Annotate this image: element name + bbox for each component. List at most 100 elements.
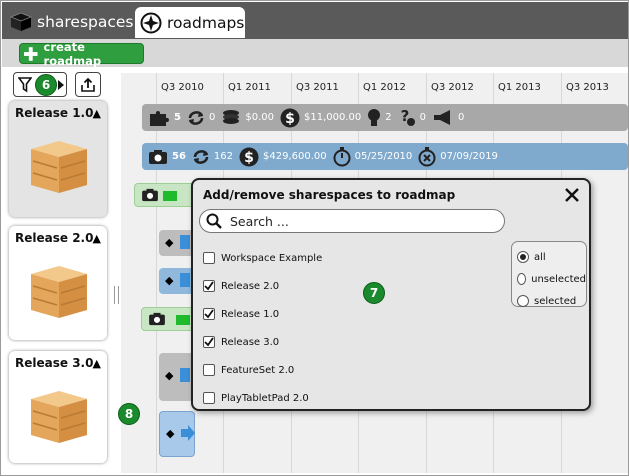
announcements-count: 0 <box>458 112 465 123</box>
lightbulb-icon <box>368 108 381 126</box>
ideas-stat: 2 <box>367 108 392 128</box>
caret-up-icon[interactable]: ▲ <box>93 357 101 370</box>
end-date-stat: 07/09/2019 <box>418 146 498 167</box>
items-stat: 56 <box>148 149 186 165</box>
radio-label: all <box>534 251 546 263</box>
budget-value: $429,600.00 <box>263 151 327 162</box>
dollar-icon: $ <box>239 147 259 166</box>
check-icon <box>204 309 214 319</box>
camera-icon <box>149 312 165 326</box>
list-item-label: Release 3.0 <box>221 336 280 348</box>
tab-sharespaces-label: sharespaces <box>37 13 134 31</box>
tab-sharespaces[interactable]: sharespaces <box>10 10 134 34</box>
radio-selected[interactable]: selected <box>517 290 586 312</box>
sidebar-splitter[interactable] <box>114 286 119 304</box>
release-card-3[interactable]: Release 3.0 ▲ <box>9 351 107 463</box>
compass-icon <box>140 12 162 33</box>
features-stat: 5 <box>148 109 181 127</box>
selection-filter-group: all unselected selected <box>511 241 587 307</box>
list-item[interactable]: Release 2.0 <box>203 272 322 300</box>
search-icon <box>206 213 222 229</box>
checkbox[interactable] <box>203 252 215 264</box>
cost-stat: $0.00 <box>221 109 274 127</box>
summary-bar-roadmap[interactable]: 56 162 $ $429,600.00 05/25/2010 07/09/20… <box>142 143 628 170</box>
crate-icon <box>31 391 87 443</box>
add-remove-sharespaces-dialog: Add/remove sharespaces to roadmap Worksp… <box>191 178 591 411</box>
cycle-icon <box>193 149 209 164</box>
filter-icon <box>18 76 32 92</box>
announcements-stat: 0 <box>432 109 464 127</box>
feature-chip[interactable]: ◆ <box>159 230 195 256</box>
list-item-label: Release 2.0 <box>221 280 280 292</box>
questions-stat: ? 0 <box>398 108 426 128</box>
checkbox[interactable] <box>203 392 215 404</box>
upload-icon <box>81 77 95 92</box>
camera-icon <box>149 149 167 164</box>
checkbox[interactable] <box>203 336 215 348</box>
release-card-2[interactable]: Release 2.0 ▲ <box>9 226 107 340</box>
list-item[interactable]: FeatureSet 2.0 <box>203 356 322 384</box>
create-roadmap-button[interactable]: create roadmap <box>19 40 144 68</box>
start-date: 05/25/2010 <box>354 151 413 162</box>
budget-value: $11,000.00 <box>303 112 362 123</box>
arrow-right-icon <box>181 425 195 441</box>
timeline-column-header: Q3 2011 <box>296 81 339 93</box>
budget-stat: $ $429,600.00 <box>239 147 327 167</box>
search-input[interactable] <box>230 213 490 229</box>
arrow-icon <box>180 235 190 249</box>
diamond-icon: ◆ <box>165 369 174 382</box>
caret-up-icon[interactable]: ▲ <box>93 232 101 245</box>
radio-button[interactable] <box>517 273 527 285</box>
close-icon[interactable] <box>563 186 581 204</box>
timeline-column-header: Q3 2013 <box>566 81 609 93</box>
timeline-column-header: Q1 2013 <box>498 81 541 93</box>
cycles-count: 162 <box>213 151 234 162</box>
export-button[interactable] <box>75 72 101 97</box>
summary-bar-sharespaces[interactable]: 5 0 $0.00 $ $11,000.00 2 ? 0 0 <box>142 104 628 131</box>
search-field[interactable] <box>199 209 505 233</box>
list-item[interactable]: PlayTabletPad 2.0 <box>203 384 322 412</box>
checkbox[interactable] <box>203 364 215 376</box>
items-count: 56 <box>172 151 186 162</box>
filter-button[interactable]: 6 <box>13 72 67 97</box>
radio-all[interactable]: all <box>517 246 586 268</box>
plus-icon <box>24 46 38 61</box>
radio-label: selected <box>534 295 577 307</box>
grid-line <box>156 73 157 473</box>
radio-button[interactable] <box>517 295 529 307</box>
checkbox[interactable] <box>203 308 215 320</box>
svg-text:$: $ <box>244 150 254 166</box>
feature-chip[interactable]: ◆ <box>159 411 195 457</box>
radio-button[interactable] <box>517 251 529 263</box>
release-title: Release 3.0 <box>15 356 94 370</box>
tab-roadmaps-label: roadmaps <box>167 13 245 32</box>
callout-badge: 7 <box>363 282 385 304</box>
arrow-icon <box>180 273 190 287</box>
start-date-stat: 05/25/2010 <box>333 146 413 167</box>
questions-count: 0 <box>419 112 426 123</box>
cycles-stat: 0 <box>187 108 215 128</box>
list-item-label: PlayTabletPad 2.0 <box>221 392 309 404</box>
end-date: 07/09/2019 <box>440 151 498 162</box>
release-title: Release 2.0 <box>15 231 94 245</box>
diamond-icon: ◆ <box>165 236 174 249</box>
create-roadmap-label: create roadmap <box>43 39 102 68</box>
sidebar-tools: 6 <box>13 72 101 97</box>
feature-chip[interactable]: ◆ <box>159 268 195 294</box>
release-card-1[interactable]: Release 1.0 ▲ <box>9 101 107 217</box>
checkbox[interactable] <box>203 280 215 292</box>
list-item[interactable]: Release 3.0 <box>203 328 322 356</box>
radio-unselected[interactable]: unselected <box>517 268 586 290</box>
feature-chip[interactable]: ◆ <box>159 353 195 401</box>
caret-up-icon[interactable]: ▲ <box>93 107 101 120</box>
timeline-column-header: Q1 2011 <box>228 81 271 93</box>
check-icon <box>204 281 214 291</box>
list-item[interactable]: Release 1.0 <box>203 300 322 328</box>
progress-bar <box>176 315 190 325</box>
callout-badge: 8 <box>118 403 140 425</box>
progress-bar <box>163 191 177 201</box>
arrow-icon <box>180 368 190 382</box>
stopwatch-stop-icon <box>418 146 436 166</box>
list-item[interactable]: Workspace Example <box>203 244 322 272</box>
tab-roadmaps[interactable]: roadmaps <box>135 7 245 38</box>
